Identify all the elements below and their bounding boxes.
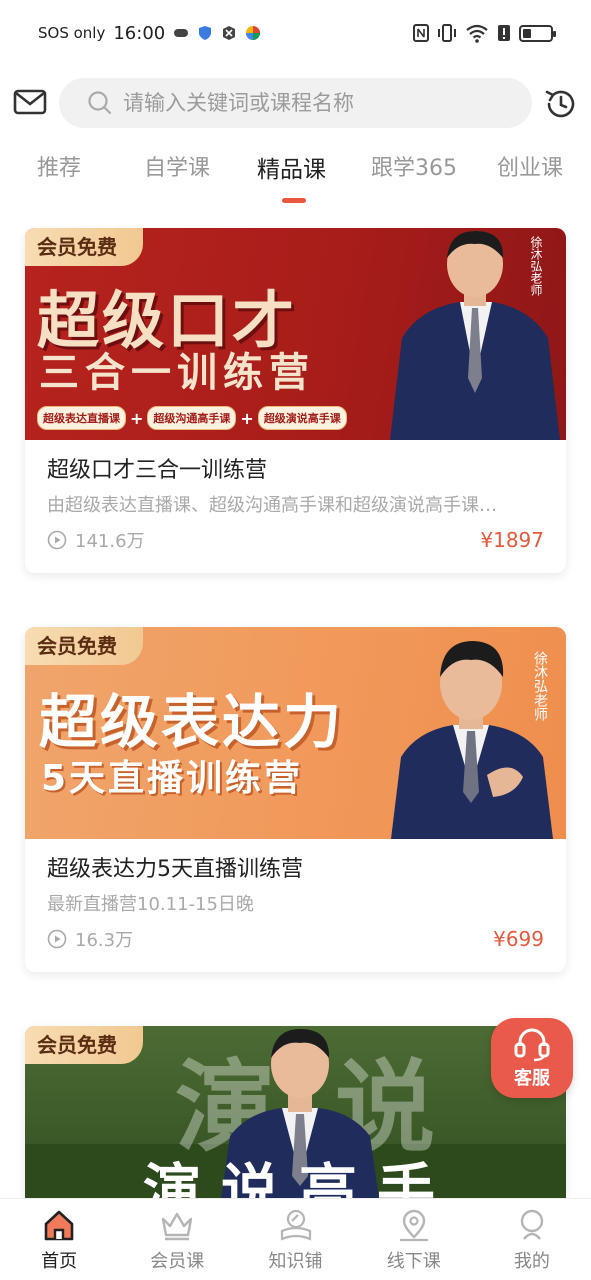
plus-icon: +: [130, 408, 144, 428]
teacher-tag: 徐沐弘老师: [532, 651, 548, 721]
nav-label: 我的: [513, 1251, 550, 1272]
search-input[interactable]: [123, 91, 503, 115]
view-count: 141.6万: [75, 531, 145, 552]
block-icon: [223, 26, 236, 40]
course-card[interactable]: 会员免费 超级口才 三合一训练营 超级表达直播课 + 超级沟通高手课 + 超级演…: [25, 228, 566, 573]
bottom-nav: 首页 会员课 知识铺 线下课 我的: [0, 1198, 591, 1280]
battery-icon: [519, 24, 556, 42]
course-meta: 16.3万 ¥699: [47, 925, 544, 953]
nav-item-home[interactable]: 首页: [0, 1199, 118, 1280]
banner-chip: 超级表达直播课: [37, 406, 126, 430]
banner-subtitle: 三合一训练营: [39, 350, 315, 396]
search-icon: [88, 91, 112, 115]
view-count: 16.3万: [75, 930, 134, 951]
card-body: 超级口才三合一训练营 由超级表达直播课、超级沟通高手课和超级演说高手课… 141…: [25, 440, 566, 554]
banner-chips: 超级表达直播课 + 超级沟通高手课 + 超级演说高手课: [37, 406, 347, 430]
vibrate-icon: [438, 24, 456, 42]
nav-label: 线下课: [386, 1251, 441, 1272]
status-bar: SOS only 16:00: [0, 0, 591, 66]
play-icon: [47, 929, 67, 949]
banner-chip: 超级演说高手课: [257, 406, 347, 430]
nfc-icon: [413, 24, 429, 42]
headset-icon: [514, 1028, 550, 1062]
course-banner[interactable]: 会员免费 演说 演说高手: [25, 1026, 566, 1206]
course-card[interactable]: 会员免费 超级表达力 5天直播训练营 徐沐弘老师 超级表达力5天直播训练营 最新…: [25, 627, 566, 972]
member-free-badge: 会员免费: [25, 1026, 143, 1064]
course-banner[interactable]: 会员免费 超级表达力 5天直播训练营 徐沐弘老师: [25, 627, 566, 839]
map-pin-icon: [399, 1209, 428, 1242]
game-controller-icon: [174, 29, 189, 37]
home-icon: [44, 1210, 74, 1241]
play-icon: [47, 530, 67, 550]
member-free-badge: 会员免费: [25, 627, 143, 665]
carrier-text: SOS only: [38, 24, 106, 42]
member-free-badge: 会员免费: [25, 228, 143, 266]
nav-label: 知识铺: [268, 1251, 323, 1272]
plus-icon: +: [240, 408, 254, 428]
customer-service-label: 客服: [514, 1068, 550, 1089]
course-card[interactable]: 会员免费 演说 演说高手: [25, 1026, 566, 1206]
tab-indicator: [282, 198, 306, 203]
history-icon[interactable]: [543, 86, 579, 122]
status-right: [413, 23, 556, 43]
card-body: 超级表达力5天直播训练营 最新直播营10.11-15日晚 16.3万 ¥699: [25, 839, 566, 953]
course-title: 超级表达力5天直播训练营: [47, 857, 303, 882]
search-bar[interactable]: [59, 78, 532, 128]
profile-icon: [520, 1209, 544, 1240]
mail-icon[interactable]: [13, 88, 47, 116]
wifi-icon: [466, 24, 488, 43]
course-title: 超级口才三合一训练营: [47, 458, 268, 483]
course-banner[interactable]: 会员免费 超级口才 三合一训练营 超级表达直播课 + 超级沟通高手课 + 超级演…: [25, 228, 566, 440]
banner-subtitle: 5天直播训练营: [41, 758, 304, 799]
nav-label: 会员课: [150, 1251, 205, 1272]
tab-recommend[interactable]: 推荐: [37, 150, 81, 182]
alert-icon: [498, 25, 510, 41]
customer-service-button[interactable]: 客服: [491, 1018, 573, 1098]
course-description: 最新直播营10.11-15日晚: [47, 894, 254, 915]
book-icon: [280, 1209, 311, 1241]
nav-label: 首页: [41, 1251, 78, 1272]
tab-startup[interactable]: 创业课: [497, 150, 563, 182]
status-time: 16:00: [113, 22, 166, 44]
course-meta: 141.6万 ¥1897: [47, 526, 544, 554]
crown-icon: [162, 1212, 193, 1241]
nav-item-member-course[interactable]: 会员课: [118, 1199, 236, 1280]
banner-chip: 超级沟通高手课: [147, 406, 237, 430]
search-header: [0, 78, 591, 128]
tab-premium[interactable]: 精品课: [257, 150, 326, 184]
course-price: ¥699: [493, 927, 544, 951]
app-logo-icon: [246, 26, 261, 40]
banner-subtitle: 演说高手: [143, 1157, 456, 1206]
category-tabs: 推荐 自学课 精品课 跟学365 创业课: [0, 150, 591, 206]
nav-item-profile[interactable]: 我的: [473, 1199, 591, 1280]
tab-self-study[interactable]: 自学课: [144, 150, 210, 182]
course-description: 由超级表达直播课、超级沟通高手课和超级演说高手课…: [47, 495, 497, 516]
teacher-tag: 徐沐弘老师: [529, 236, 543, 296]
course-price: ¥1897: [480, 528, 544, 552]
banner-title: 超级表达力: [39, 688, 345, 756]
status-left: SOS only 16:00: [38, 23, 261, 44]
nav-item-offline-course[interactable]: 线下课: [355, 1199, 473, 1280]
nav-item-knowledge-shop[interactable]: 知识铺: [236, 1199, 354, 1280]
tab-follow-365[interactable]: 跟学365: [371, 150, 457, 182]
shield-icon: [199, 26, 212, 40]
